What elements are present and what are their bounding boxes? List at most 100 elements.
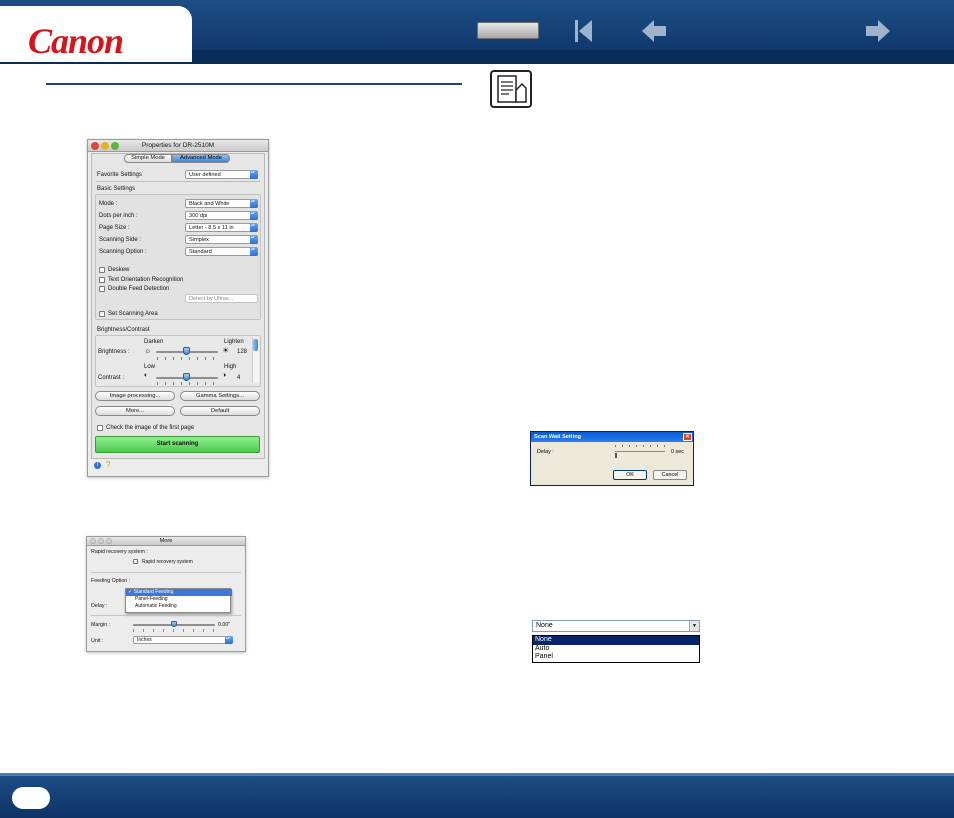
contents-button[interactable] — [477, 22, 539, 39]
scanning-side-select[interactable]: Simplex — [185, 235, 258, 244]
divider — [91, 615, 241, 616]
low-label: Low — [144, 364, 156, 370]
dpi-value: 300 dpi — [189, 213, 208, 219]
back-arrow-icon[interactable] — [640, 17, 668, 45]
popup-arrow-icon — [250, 223, 258, 232]
scan-wait-dialog: Scan Wait Setting × Delay : 0 sec OK Can… — [530, 431, 694, 486]
scanning-side-label: Scanning Side : — [99, 237, 142, 243]
unit-select[interactable]: Inches — [133, 636, 233, 644]
zoom-icon[interactable] — [111, 142, 119, 150]
brightness-value: 128 — [237, 349, 248, 355]
brightness-ticks — [157, 357, 217, 360]
close-icon[interactable]: × — [683, 433, 692, 441]
delay-slider-thumb[interactable] — [615, 453, 617, 458]
text-orientation-label: Text Orientation Recognition — [108, 277, 184, 283]
popup-arrow-icon — [250, 170, 258, 179]
properties-titlebar: Properties for DR-2510M — [88, 140, 268, 152]
contrast-low-icon: ◐ — [144, 372, 149, 379]
contrast-label: Contrast : — [98, 375, 125, 381]
brightness-slider-knob[interactable] — [183, 347, 190, 355]
minimize-icon[interactable] — [98, 538, 104, 544]
close-icon[interactable] — [90, 538, 96, 544]
contrast-value: 4 — [237, 375, 241, 381]
header-bar: Canon — [0, 0, 954, 64]
start-scanning-button[interactable]: Start scanning — [95, 436, 260, 453]
info-icon[interactable]: i — [94, 462, 101, 469]
list-item-none[interactable]: None — [533, 636, 699, 645]
tab-advanced-mode[interactable]: Advanced Mode — [172, 154, 230, 163]
feeding-heading: Feeding Option : — [91, 578, 131, 584]
text-orientation-checkbox[interactable] — [99, 277, 105, 283]
check-first-page-checkbox[interactable] — [97, 425, 103, 431]
scanning-option-select[interactable]: Standard — [185, 247, 258, 256]
favorite-settings-select[interactable]: User defined — [185, 170, 258, 179]
brightness-label: Brightness : — [98, 349, 130, 355]
gamma-settings-button[interactable]: Gamma Settings... — [180, 391, 260, 401]
basic-settings-heading: Basic Settings — [97, 186, 136, 192]
contrast-slider-knob[interactable] — [183, 373, 190, 381]
cancel-button[interactable]: Cancel — [653, 470, 687, 480]
popup-arrow-icon — [250, 199, 258, 208]
canon-logo: Canon — [28, 21, 124, 61]
properties-window: Properties for DR-2510M Simple Mode Adva… — [87, 139, 269, 477]
close-icon[interactable] — [91, 142, 99, 150]
default-button[interactable]: Default — [180, 406, 260, 416]
chevron-down-icon[interactable]: ▼ — [689, 621, 699, 631]
double-feed-checkbox[interactable] — [99, 286, 105, 292]
check-first-page-label: Check the image of the first page — [106, 425, 195, 431]
forward-arrow-icon[interactable] — [864, 17, 892, 45]
tab-simple-mode[interactable]: Simple Mode — [124, 154, 172, 163]
margin-label: Margin : — [91, 622, 111, 628]
list-item-auto[interactable]: Auto — [533, 645, 699, 654]
window-title: Properties for DR-2510M — [141, 142, 215, 149]
lighten-label: Lighten — [224, 339, 244, 345]
lightbulb-icon[interactable]: ? — [106, 460, 110, 469]
win-combo-value: None — [536, 622, 553, 629]
image-processing-button[interactable]: Image processing... — [95, 391, 175, 401]
win-combo-box[interactable]: None ▼ — [532, 620, 700, 632]
mode-select[interactable]: Black and White — [185, 199, 258, 208]
popup-arrow-icon — [250, 247, 258, 256]
margin-value: 0.00" — [218, 622, 231, 628]
popup-arrow-icon — [250, 211, 258, 220]
darken-label: Darken — [144, 339, 164, 345]
menu-item-panel-feeding[interactable]: Panel-Feeding — [126, 596, 230, 603]
page: Canon Properties for DR-2510M Simple Mod… — [0, 0, 954, 818]
delay-track[interactable] — [615, 451, 665, 452]
scrollbar-thumb[interactable] — [253, 339, 258, 351]
deskew-checkbox[interactable] — [99, 267, 105, 273]
favorite-settings-label: Favorite Settings — [97, 172, 143, 178]
dpi-select[interactable]: 300 dpi — [185, 211, 258, 220]
list-item-panel[interactable]: Panel — [533, 653, 699, 662]
dpi-label: Dots per inch : — [99, 213, 138, 219]
margin-slider-knob[interactable] — [171, 621, 177, 627]
zoom-icon[interactable] — [106, 538, 112, 544]
divider — [96, 181, 260, 182]
detect-value: Detect by Ultras... — [189, 296, 234, 302]
double-feed-label: Double Feed Detection — [108, 286, 170, 292]
minimize-icon[interactable] — [101, 142, 109, 150]
set-scanning-area-label: Set Scanning Area — [108, 311, 158, 317]
more-titlebar: More — [87, 537, 245, 546]
mode-value: Black and White — [189, 201, 230, 207]
sun-bright-icon: ☀ — [222, 346, 230, 355]
more-button[interactable]: More... — [95, 406, 175, 416]
brightness-contrast-heading: Brightness/Contrast — [97, 327, 150, 333]
scan-wait-titlebar: Scan Wait Setting × — [531, 432, 693, 442]
set-scanning-area-checkbox[interactable] — [99, 311, 105, 317]
popup-arrow-icon — [227, 589, 232, 596]
deskew-label: Deskew — [108, 267, 130, 273]
rapid-recovery-checkbox[interactable] — [133, 559, 138, 564]
ok-button[interactable]: OK — [613, 470, 647, 480]
menu-item-automatic-feeding[interactable]: Automatic Feeding — [126, 603, 230, 610]
menu-item-standard-feeding[interactable]: ✓ Standard Feeding — [126, 589, 230, 596]
detect-select: Detect by Ultras... — [185, 294, 258, 303]
standard-feeding-label: Standard Feeding — [133, 589, 174, 595]
unit-label: Unit : — [91, 638, 104, 644]
footer-bar — [0, 773, 954, 818]
sun-dim-icon: ☼ — [144, 346, 152, 355]
contrast-high-icon: ◑ — [222, 372, 227, 379]
logo-tab: Canon — [0, 6, 192, 62]
first-page-icon[interactable] — [572, 17, 594, 45]
page-size-select[interactable]: Letter - 8.5 x 11 in — [185, 223, 258, 232]
